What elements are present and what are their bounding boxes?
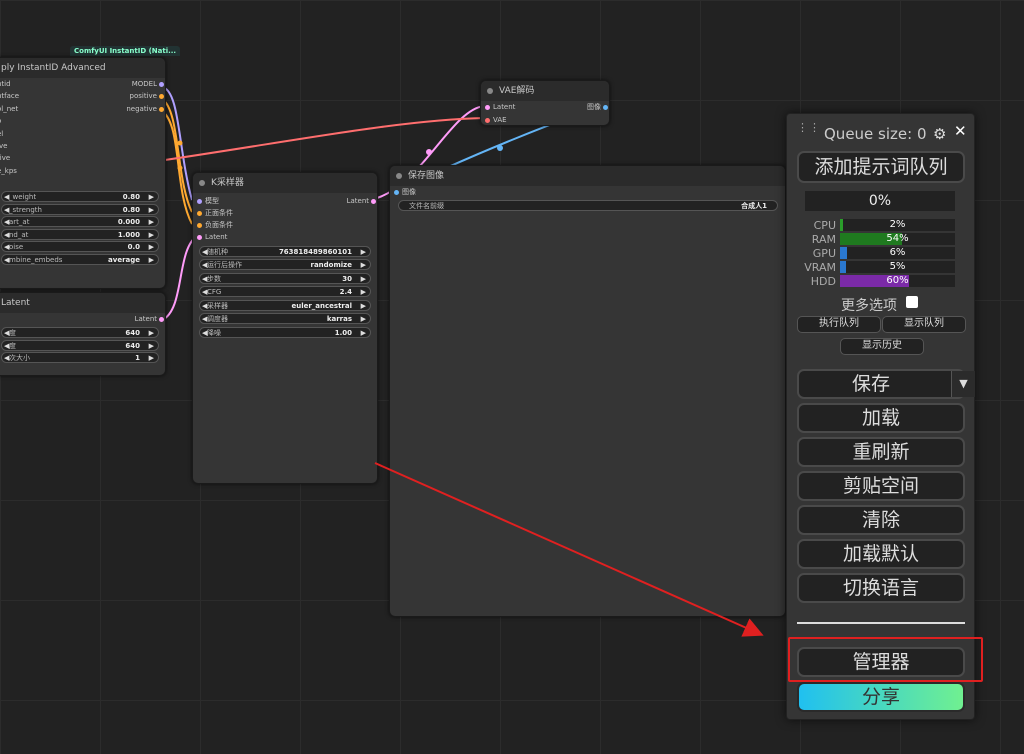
stat-bar: 60% xyxy=(840,275,955,287)
clipspace-button[interactable]: 剪贴空间 xyxy=(797,471,965,501)
more-options-checkbox[interactable] xyxy=(906,296,918,308)
view-queue-button[interactable]: 显示队列 xyxy=(882,316,966,333)
save-label: 保存 xyxy=(851,373,890,395)
stat-bar: 5% xyxy=(840,261,955,273)
stat-label: GPU xyxy=(812,247,836,260)
stat-label: RAM xyxy=(811,233,836,246)
close-icon[interactable]: ✕ xyxy=(954,122,967,140)
share-button[interactable]: 分享 xyxy=(797,682,965,712)
annotation-highlight-box xyxy=(788,637,983,682)
annotation-arrow xyxy=(374,462,764,637)
view-history-button[interactable]: 显示历史 xyxy=(840,338,924,355)
save-button[interactable]: 保存 ▼ xyxy=(797,369,975,399)
switch-language-button[interactable]: 切换语言 xyxy=(797,573,965,603)
drag-handle-icon[interactable]: ⋮⋮ xyxy=(797,122,820,133)
queue-size-label: Queue size: 0 xyxy=(824,125,927,143)
stat-label: HDD xyxy=(810,275,836,288)
run-queue-button[interactable]: 执行队列 xyxy=(797,316,881,333)
stat-value: 60% xyxy=(886,275,909,286)
queue-prompt-button[interactable]: 添加提示词队列 xyxy=(797,151,965,183)
stat-label: CPU xyxy=(813,219,836,232)
stat-value: 54% xyxy=(886,233,909,244)
stat-bar: 6% xyxy=(840,247,955,259)
menu-header: ⋮⋮ Queue size: 0 ⚙ ✕ xyxy=(787,122,976,146)
load-button[interactable]: 加载 xyxy=(797,403,965,433)
save-dropdown-icon[interactable]: ▼ xyxy=(951,371,975,397)
stat-row-gpu: GPU 6% xyxy=(787,247,976,260)
stat-row-cpu: CPU 2% xyxy=(787,219,976,232)
clear-button[interactable]: 清除 xyxy=(797,505,965,535)
refresh-button[interactable]: 重刷新 xyxy=(797,437,965,467)
stat-value: 5% xyxy=(889,261,906,272)
stat-label: VRAM xyxy=(804,261,836,274)
stat-bar: 2% xyxy=(840,219,955,231)
stat-row-hdd: HDD 60% xyxy=(787,275,976,288)
more-options-label: 更多选项 xyxy=(841,298,897,314)
comfy-menu: ⋮⋮ Queue size: 0 ⚙ ✕ 添加提示词队列 0% CPU 2% RAM… xyxy=(786,113,975,720)
load-default-button[interactable]: 加载默认 xyxy=(797,539,965,569)
stat-value: 6% xyxy=(889,247,906,258)
stat-row-ram: RAM 54% xyxy=(787,233,976,246)
gear-icon[interactable]: ⚙ xyxy=(933,125,946,143)
stat-row-vram: VRAM 5% xyxy=(787,261,976,274)
progress-bar: 0% xyxy=(805,191,955,211)
stat-value: 2% xyxy=(889,219,906,230)
stat-bar: 54% xyxy=(840,233,955,245)
menu-divider xyxy=(797,622,965,624)
